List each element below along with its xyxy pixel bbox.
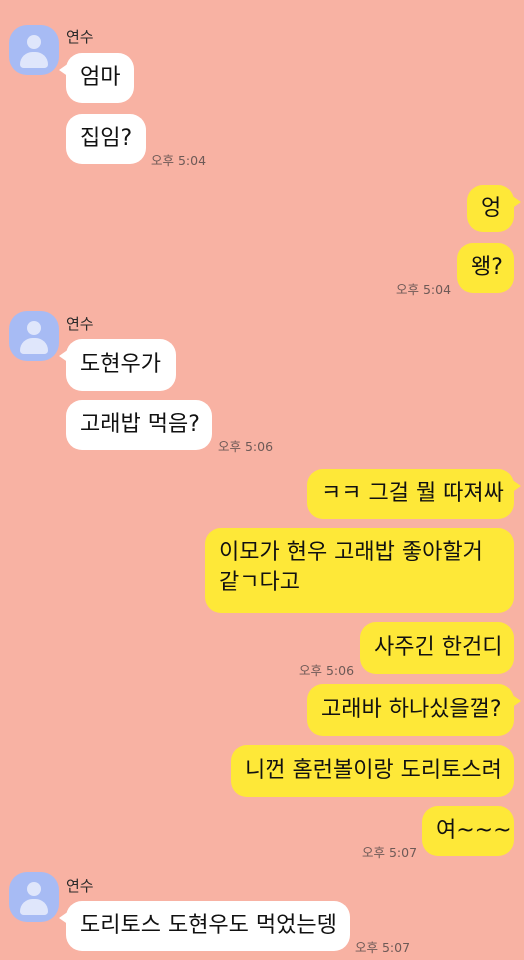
sender-name: 연수 [66,315,94,333]
message-bubble-outgoing[interactable]: 왱? [457,243,514,293]
default-profile-icon [27,35,41,49]
message-bubble-outgoing[interactable]: 사주긴 한건디 [360,622,514,674]
message-text: 집임? [80,126,133,151]
message-text: 엄마 [80,65,121,90]
message-text: 왱? [471,255,503,280]
message-bubble-outgoing[interactable]: 고래바 하나싰을껄? [307,684,521,736]
message-text: 도리토스 도현우도 먹었는뎅 [80,913,337,938]
avatar[interactable] [9,311,59,361]
default-profile-icon [27,321,41,335]
message-bubble-incoming[interactable]: 집임? [66,114,146,164]
message-text: 여~~~ [436,818,512,843]
message-timestamp: 오후 5:06 [299,663,355,678]
message-timestamp: 오후 5:06 [218,439,274,454]
message-text: 사주긴 한건디 [374,635,503,660]
message-text: 도현우가 [80,352,161,377]
message-bubble-outgoing[interactable]: 엉 [467,185,521,232]
message-bubble-outgoing[interactable]: 이모가 현우 고래밥 좋아할거같ㄱ다고 [205,528,514,613]
message-bubble-incoming[interactable]: 엄마 [59,53,134,103]
message-text: 엉 [481,195,502,221]
message-timestamp: 오후 5:04 [151,153,207,168]
message-text: 니껀 홈런볼이랑 도리토스려 [245,758,502,783]
message-text: 고래밥 먹음? [80,412,200,437]
message-bubble-outgoing[interactable]: 니껀 홈런볼이랑 도리토스려 [231,745,514,797]
message-bubble-incoming[interactable]: 도리토스 도현우도 먹었는뎅 [59,901,350,951]
default-profile-icon [27,882,41,896]
message-text: ㅋㅋ 그걸 뭘 따져싸 [321,481,504,506]
message-timestamp: 오후 5:07 [355,940,411,955]
message-bubble-outgoing[interactable]: 여~~~ [422,806,514,856]
sender-name: 연수 [66,28,94,46]
message-timestamp: 오후 5:04 [396,282,452,297]
message-bubble-outgoing[interactable]: ㅋㅋ 그걸 뭘 따져싸 [307,469,521,519]
message-timestamp: 오후 5:07 [362,845,418,860]
avatar[interactable] [9,25,59,75]
message-text: 이모가 현우 고래밥 좋아할거같ㄱ다고 [219,540,483,595]
message-bubble-incoming[interactable]: 도현우가 [59,339,176,391]
message-text: 고래바 하나싰을껄? [321,697,502,722]
message-bubble-incoming[interactable]: 고래밥 먹음? [66,400,212,450]
sender-name: 연수 [66,877,94,895]
avatar[interactable] [9,872,59,922]
